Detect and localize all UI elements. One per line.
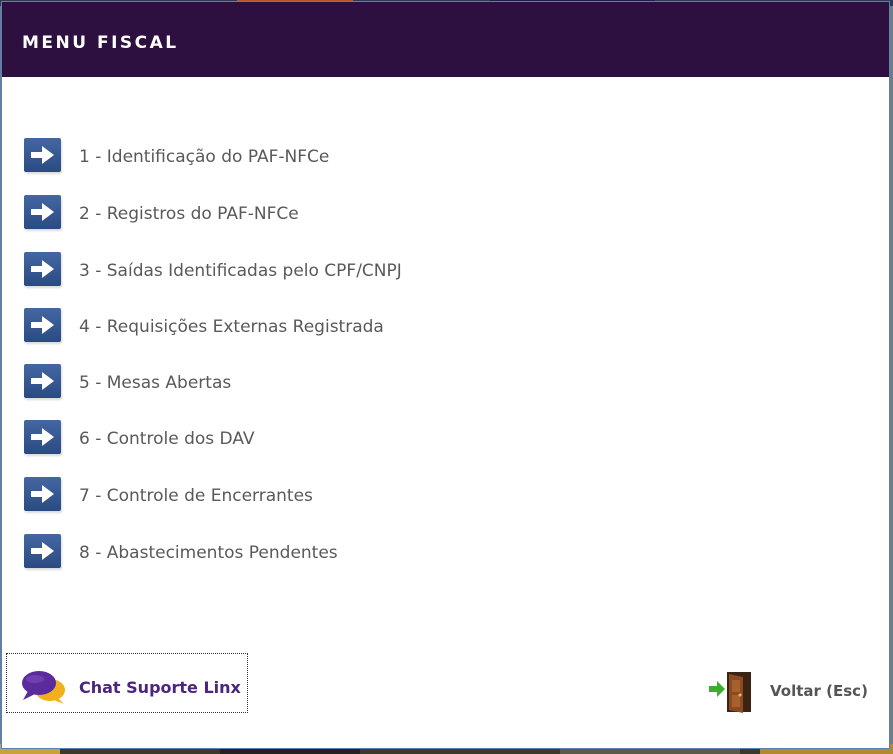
arrow-right-icon	[24, 308, 61, 342]
menu-item-requisicoes-externas[interactable]: 4 - Requisições Externas Registrada	[24, 308, 444, 348]
arrow-right-icon	[24, 364, 61, 398]
menu-item-registros[interactable]: 2 - Registros do PAF-NFCe	[24, 195, 444, 235]
arrow-right-icon	[24, 138, 61, 172]
menu-item-abastecimentos-pendentes[interactable]: 8 - Abastecimentos Pendentes	[24, 534, 444, 574]
back-button[interactable]: Voltar (Esc)	[707, 668, 877, 716]
menu-item-controle-encerrantes[interactable]: 7 - Controle de Encerrantes	[24, 477, 444, 517]
window-title: MENU FISCAL	[22, 33, 179, 53]
menu-item-label: 7 - Controle de Encerrantes	[79, 486, 313, 506]
menu-item-label: 8 - Abastecimentos Pendentes	[79, 543, 338, 563]
title-bar: MENU FISCAL	[2, 2, 889, 77]
arrow-right-icon	[24, 252, 61, 286]
menu-item-label: 2 - Registros do PAF-NFCe	[79, 204, 299, 224]
menu-item-controle-dav[interactable]: 6 - Controle dos DAV	[24, 420, 444, 460]
menu-item-label: 6 - Controle dos DAV	[79, 429, 255, 449]
arrow-right-icon	[24, 420, 61, 454]
menu-item-label: 3 - Saídas Identificadas pelo CPF/CNPJ	[79, 261, 402, 281]
menu-item-label: 4 - Requisições Externas Registrada	[79, 317, 384, 337]
menu-item-mesas-abertas[interactable]: 5 - Mesas Abertas	[24, 364, 444, 404]
chat-bubbles-icon	[20, 669, 68, 705]
arrow-right-icon	[24, 477, 61, 511]
arrow-right-icon	[24, 195, 61, 229]
menu-item-label: 1 - Identificação do PAF-NFCe	[79, 147, 330, 167]
menu-item-saidas-identificadas[interactable]: 3 - Saídas Identificadas pelo CPF/CNPJ	[24, 252, 444, 292]
menu-item-label: 5 - Mesas Abertas	[79, 373, 232, 393]
back-label: Voltar (Esc)	[770, 682, 868, 700]
chat-support-label: Chat Suporte Linx	[79, 678, 241, 697]
arrow-right-icon	[24, 534, 61, 568]
chat-support-button[interactable]: Chat Suporte Linx	[6, 653, 248, 713]
menu-item-identificacao[interactable]: 1 - Identificação do PAF-NFCe	[24, 138, 444, 178]
fiscal-menu-window: MENU FISCAL 1 - Identificação do PAF-NFC…	[1, 1, 890, 749]
door-exit-icon	[707, 668, 755, 716]
